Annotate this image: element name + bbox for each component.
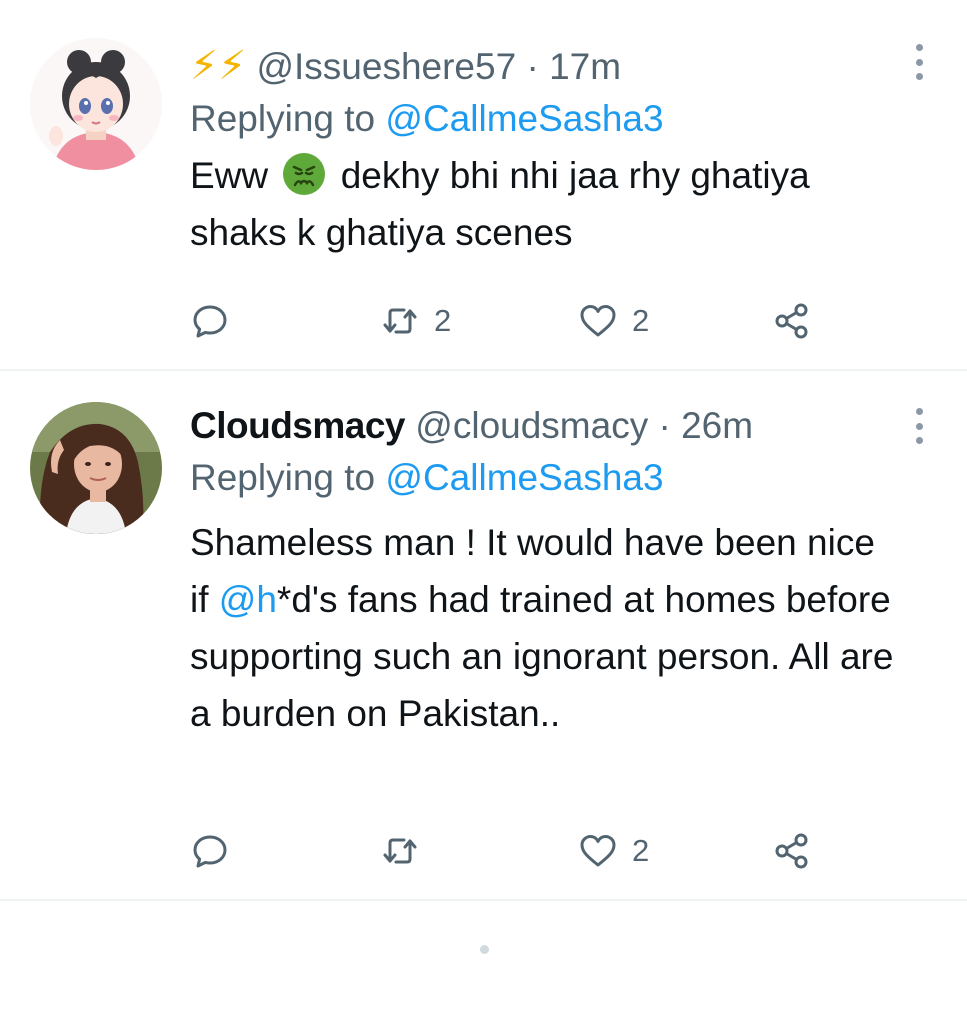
tweet-actions: 2	[190, 826, 830, 876]
like-count: 2	[632, 833, 650, 868]
retweet-count: 2	[434, 303, 452, 338]
replying-to: Replying to @CallmeSasha3	[190, 97, 897, 141]
divider	[0, 899, 967, 901]
share-button[interactable]	[772, 296, 812, 346]
replying-to: Replying to @CallmeSasha3	[190, 456, 897, 500]
tweet-2[interactable]: Cloudsmacy @cloudsmacy · 26m Replying to…	[0, 370, 967, 900]
tweet-header: Cloudsmacy @cloudsmacy · 26m	[190, 404, 897, 448]
reply-button[interactable]	[190, 296, 230, 346]
vertical-dots-icon[interactable]	[909, 44, 929, 80]
share-icon	[775, 303, 808, 339]
share-icon	[775, 833, 808, 869]
tweet-header: ⚡⚡ @Issueshere57 · 17m	[190, 44, 897, 89]
heart-icon	[580, 305, 616, 337]
replying-to-mention[interactable]: @CallmeSasha3	[385, 98, 663, 139]
timestamp[interactable]: 26m	[681, 405, 753, 446]
avatar-image	[30, 402, 162, 534]
display-name[interactable]: Cloudsmacy	[190, 405, 406, 446]
avatar[interactable]	[30, 38, 162, 170]
replying-to-label: Replying to	[190, 98, 376, 139]
retweet-button[interactable]: 2	[380, 296, 451, 346]
separator: ·	[526, 46, 539, 87]
reply-button[interactable]	[190, 826, 230, 876]
avatar[interactable]	[30, 402, 162, 534]
replying-to-mention[interactable]: @CallmeSasha3	[385, 457, 663, 498]
like-button[interactable]: 2	[578, 826, 649, 876]
retweet-icon	[383, 838, 417, 864]
handle[interactable]: @Issueshere57	[256, 46, 516, 87]
replying-to-label: Replying to	[190, 457, 376, 498]
vertical-dots-icon[interactable]	[909, 408, 929, 444]
retweet-button[interactable]	[380, 826, 434, 876]
heart-icon	[580, 835, 616, 867]
tweet-text-part: Eww	[190, 155, 269, 196]
share-button[interactable]	[772, 826, 812, 876]
tweet-text: Shameless man ! It would have been nice …	[190, 514, 897, 742]
retweet-icon	[383, 308, 417, 334]
loading-dot	[480, 945, 489, 954]
tweet-text-part: *d's fans had trained at homes before su…	[190, 579, 894, 734]
tweet-1[interactable]: ⚡⚡ @Issueshere57 · 17m Replying to @Call…	[0, 0, 967, 370]
handle[interactable]: @cloudsmacy	[415, 405, 648, 446]
nauseated-face-icon	[283, 153, 326, 195]
separator: ·	[658, 405, 671, 446]
avatar-image	[30, 38, 162, 170]
lightning-bolt-icon: ⚡⚡	[190, 44, 247, 88]
text-mention-link[interactable]: @h	[219, 579, 277, 620]
like-count: 2	[632, 303, 650, 338]
tweet-actions: 2 2	[190, 296, 830, 346]
tweet-text: Eww dekhy bhi nhi jaa rhy ghatiya shaks …	[190, 147, 897, 261]
like-button[interactable]: 2	[578, 296, 649, 346]
speech-bubble-icon	[193, 305, 227, 338]
timestamp[interactable]: 17m	[549, 46, 621, 87]
speech-bubble-icon	[193, 835, 227, 868]
